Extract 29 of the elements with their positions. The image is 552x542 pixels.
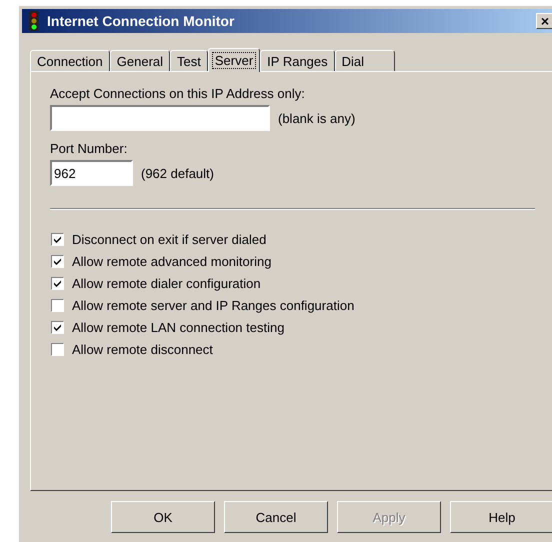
field-hint: (blank is any) — [278, 110, 356, 126]
checkbox-label: Allow remote LAN connection testing — [72, 320, 284, 334]
tab[interactable]: Server — [208, 48, 260, 72]
checkbox[interactable] — [51, 276, 64, 290]
checkbox[interactable] — [51, 342, 64, 356]
tab[interactable]: General — [110, 50, 170, 71]
dialog-button[interactable]: Help — [450, 501, 552, 533]
dialog-button[interactable]: Cancel — [224, 501, 328, 533]
input-field[interactable]: 962 — [50, 160, 133, 186]
checkbox[interactable] — [51, 320, 64, 334]
field-label: Port Number: — [50, 141, 128, 156]
checkbox-label: Allow remote disconnect — [72, 342, 213, 356]
checkbox-label: Allow remote advanced monitoring — [72, 254, 272, 268]
checkbox[interactable] — [51, 232, 64, 246]
field-label: Accept Connections on this IP Address only: — [50, 86, 306, 101]
tab[interactable]: Test — [170, 50, 208, 71]
checkbox[interactable] — [51, 298, 64, 312]
close-button[interactable]: × — [536, 13, 552, 29]
field-hint: (962 default) — [141, 166, 214, 180]
window-title: Internet Connection Monitor — [47, 13, 236, 29]
input-field[interactable] — [50, 105, 270, 131]
checkbox-label: Allow remote dialer configuration — [72, 276, 261, 290]
tab[interactable]: Connection — [30, 50, 110, 71]
checkbox-label: Allow remote server and IP Ranges configuration — [72, 298, 354, 312]
dialog-button[interactable]: OK — [111, 501, 215, 533]
checkbox[interactable] — [51, 254, 64, 268]
tab[interactable]: IP Ranges — [260, 50, 335, 71]
tab[interactable]: Dial — [334, 50, 396, 71]
checkbox-label: Disconnect on exit if server dialed — [72, 232, 266, 246]
